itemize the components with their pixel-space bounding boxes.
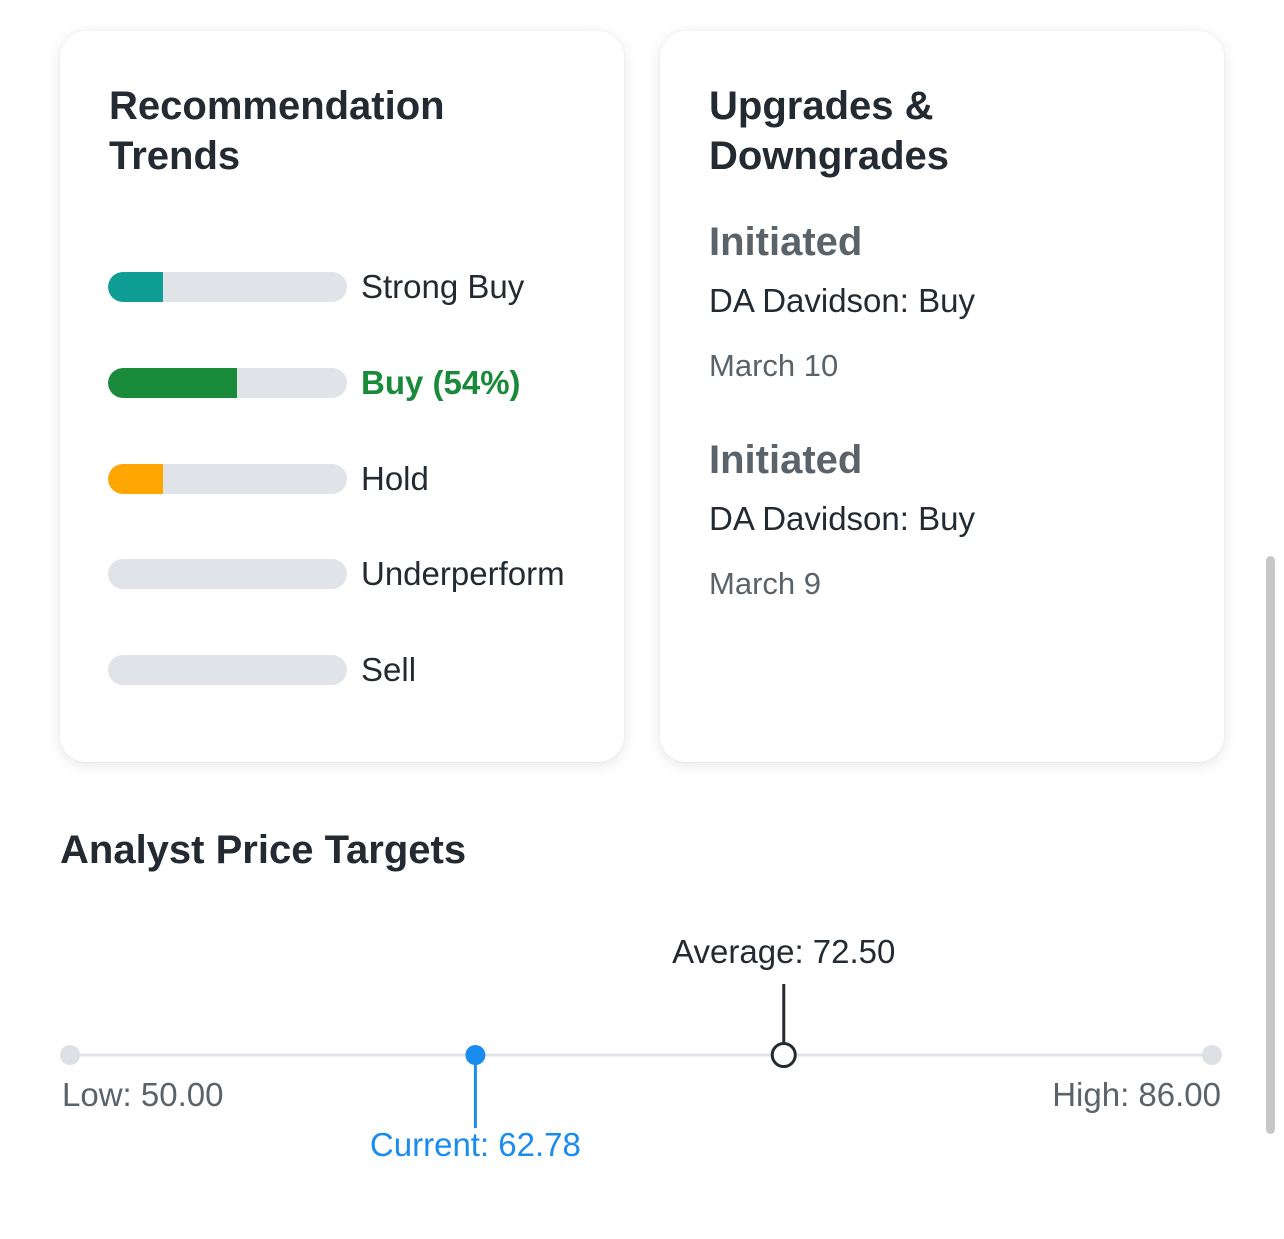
current-price-marker bbox=[465, 1045, 486, 1065]
trend-bar-fill bbox=[108, 272, 163, 302]
rating-action: Initiated bbox=[709, 438, 863, 482]
trend-label: Underperform bbox=[361, 555, 565, 592]
trend-row-strong-buy: Strong Buy bbox=[108, 267, 608, 307]
trend-bar-track bbox=[108, 272, 347, 302]
trend-bar-fill bbox=[108, 464, 163, 494]
low-target-label: Low: 50.00 bbox=[62, 1076, 223, 1113]
trend-row-hold: Hold bbox=[108, 459, 608, 499]
current-price-label: Current: 62.78 bbox=[370, 1126, 581, 1163]
recommendation-trends-card: Recommendation Trends Strong Buy Buy (54… bbox=[60, 31, 624, 762]
trend-row-buy: Buy (54%) bbox=[108, 363, 608, 403]
average-target-label: Average: 72.50 bbox=[672, 933, 895, 970]
trend-bar-track bbox=[108, 464, 347, 494]
recommendation-trends-title: Recommendation Trends bbox=[109, 84, 445, 178]
price-target-chart: Average: 72.50 Low: 50.00 High: 86.00 Cu… bbox=[60, 933, 1222, 1163]
low-marker bbox=[60, 1045, 80, 1065]
trend-label: Strong Buy bbox=[361, 268, 525, 305]
trend-label: Sell bbox=[361, 651, 417, 688]
average-target-marker bbox=[770, 1042, 797, 1068]
rating-action: Initiated bbox=[709, 220, 863, 264]
high-marker bbox=[1202, 1045, 1222, 1065]
analyst-price-targets-title: Analyst Price Targets bbox=[60, 828, 467, 872]
rating-firm: DA Davidson: Buy bbox=[709, 500, 975, 537]
upgrades-downgrades-card: Upgrades & Downgrades Initiated DA David… bbox=[660, 31, 1224, 762]
trend-bar-track bbox=[108, 655, 347, 685]
trend-bar-fill bbox=[108, 368, 238, 398]
trend-bar-track bbox=[108, 559, 347, 589]
rating-date: March 9 bbox=[709, 566, 821, 601]
trend-bar-track bbox=[108, 368, 347, 398]
rating-firm: DA Davidson: Buy bbox=[709, 282, 975, 319]
rating-date: March 10 bbox=[709, 348, 839, 383]
scrollbar[interactable] bbox=[1266, 556, 1275, 1134]
upgrades-downgrades-title: Upgrades & Downgrades bbox=[709, 84, 950, 178]
trend-label: Hold bbox=[361, 460, 429, 497]
trend-row-underperform: Underperform bbox=[108, 554, 608, 594]
trend-row-sell: Sell bbox=[108, 650, 608, 690]
trend-label: Buy (54%) bbox=[361, 364, 521, 401]
high-target-label: High: 86.00 bbox=[1052, 1076, 1221, 1113]
